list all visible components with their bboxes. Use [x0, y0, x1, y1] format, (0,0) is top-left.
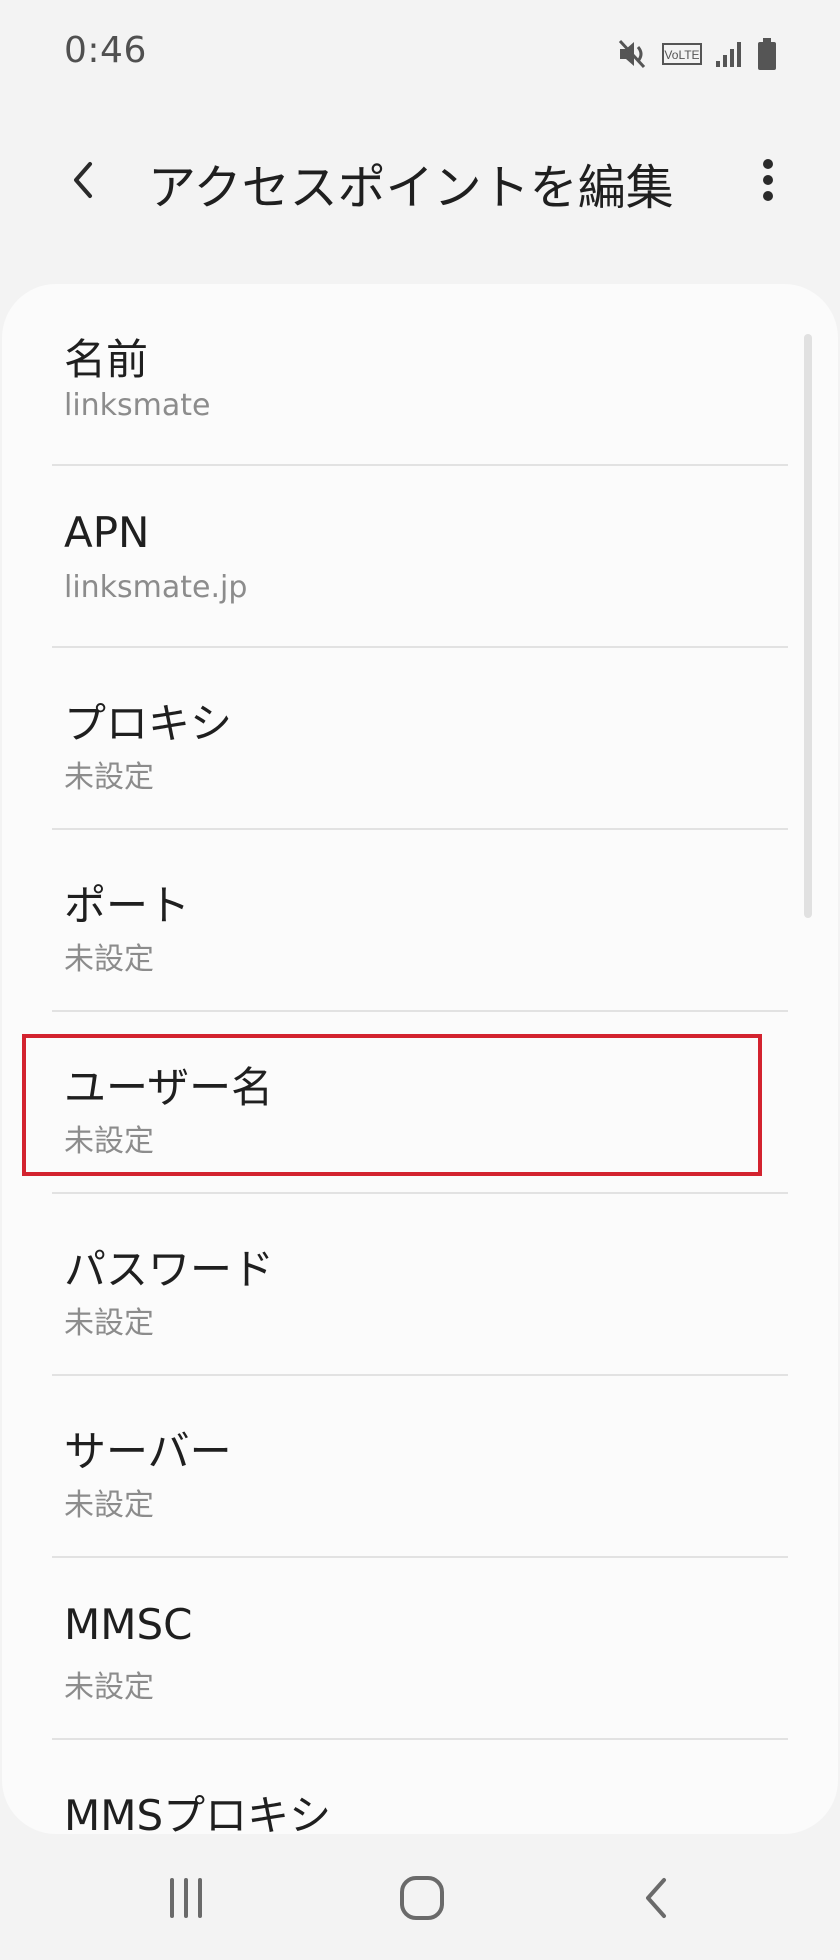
settings-list: 名前 linksmate APN linksmate.jp プロキシ 未設定 ポ…	[2, 284, 838, 1834]
setting-title: APN	[64, 508, 150, 557]
setting-title: 名前	[64, 335, 149, 384]
setting-title: ポート	[64, 881, 191, 930]
status-bar: 0:46 VoLTE	[0, 0, 840, 104]
setting-value: 未設定	[64, 1670, 154, 1705]
setting-title: MMSC	[64, 1600, 193, 1649]
setting-title: サーバー	[64, 1427, 232, 1476]
signal-icon	[714, 39, 744, 69]
navigation-bar	[0, 1840, 840, 1960]
setting-title: ユーザー名	[64, 1063, 274, 1112]
setting-value: linksmate.jp	[64, 570, 248, 605]
page-title: アクセスポイントを編集	[148, 160, 674, 216]
home-button[interactable]	[372, 1860, 472, 1940]
recents-icon	[164, 1876, 208, 1924]
status-time: 0:46	[64, 30, 147, 71]
app-bar: アクセスポイントを編集	[0, 120, 840, 240]
scrollbar[interactable]	[804, 334, 812, 918]
volte-label: VoLTE	[664, 48, 699, 62]
chevron-left-icon	[64, 160, 104, 204]
setting-item-password[interactable]: パスワード 未設定	[2, 1194, 838, 1376]
setting-item-username[interactable]: ユーザー名 未設定	[2, 1012, 838, 1194]
back-icon	[638, 1876, 674, 1924]
setting-title: プロキシ	[64, 699, 233, 748]
settings-card: 名前 linksmate APN linksmate.jp プロキシ 未設定 ポ…	[2, 284, 838, 1834]
setting-item-proxy[interactable]: プロキシ 未設定	[2, 648, 838, 830]
status-icons: VoLTE	[616, 34, 778, 74]
setting-value: 未設定	[64, 942, 154, 977]
setting-value: 未設定	[64, 1124, 154, 1159]
setting-title: パスワード	[64, 1245, 275, 1294]
more-options-button[interactable]	[728, 142, 808, 222]
recents-button[interactable]	[136, 1860, 236, 1940]
home-icon	[398, 1874, 446, 1926]
setting-title: MMSプロキシ	[64, 1791, 332, 1834]
mute-icon	[616, 37, 650, 71]
setting-item-name[interactable]: 名前 linksmate	[2, 284, 838, 466]
back-nav-button[interactable]	[606, 1860, 706, 1940]
setting-item-server[interactable]: サーバー 未設定	[2, 1376, 838, 1558]
setting-item-apn[interactable]: APN linksmate.jp	[2, 466, 838, 648]
battery-icon	[756, 37, 778, 71]
setting-item-port[interactable]: ポート 未設定	[2, 830, 838, 1012]
setting-value: linksmate	[64, 388, 211, 423]
setting-value: 未設定	[64, 760, 154, 795]
setting-item-mms-proxy[interactable]: MMSプロキシ	[2, 1740, 838, 1834]
more-vertical-icon	[762, 158, 774, 206]
setting-value: 未設定	[64, 1306, 154, 1341]
back-button[interactable]	[44, 142, 124, 222]
volte-icon: VoLTE	[662, 42, 702, 66]
setting-item-mmsc[interactable]: MMSC 未設定	[2, 1558, 838, 1740]
setting-value: 未設定	[64, 1488, 154, 1523]
